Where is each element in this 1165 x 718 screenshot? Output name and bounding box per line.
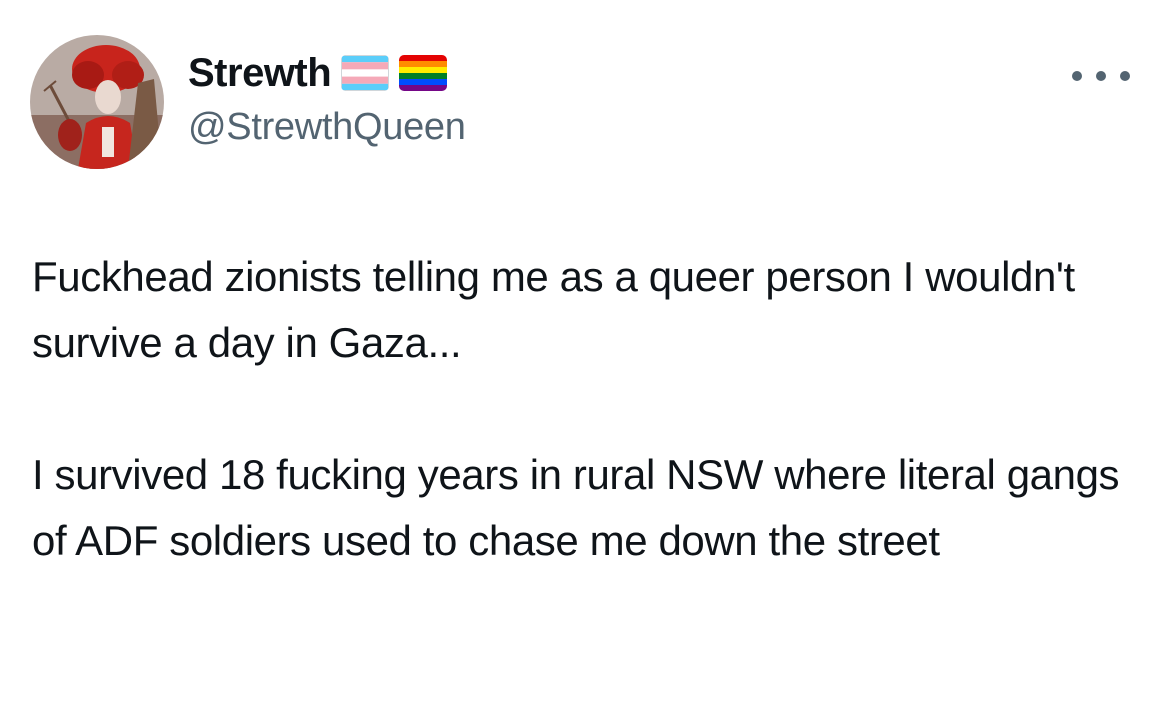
more-dot <box>1096 71 1106 81</box>
more-dot <box>1072 71 1082 81</box>
author-display-name[interactable]: Strewth <box>188 50 332 96</box>
tweet-paragraph: Fuckhead zionists telling me as a queer … <box>32 253 1087 366</box>
more-options-icon[interactable] <box>1072 58 1130 94</box>
tweet-text: Fuckhead zionists telling me as a queer … <box>32 244 1142 574</box>
rainbow-flag-icon <box>399 55 448 91</box>
avatar[interactable] <box>30 35 164 169</box>
author-name-row[interactable]: Strewth <box>188 50 448 96</box>
tweet-paragraph: I survived 18 fucking years in rural NSW… <box>32 451 1131 564</box>
transgender-flag-icon <box>341 55 390 91</box>
avatar-image <box>30 35 164 169</box>
more-dot <box>1120 71 1130 81</box>
author-handle[interactable]: @StrewthQueen <box>188 104 466 150</box>
